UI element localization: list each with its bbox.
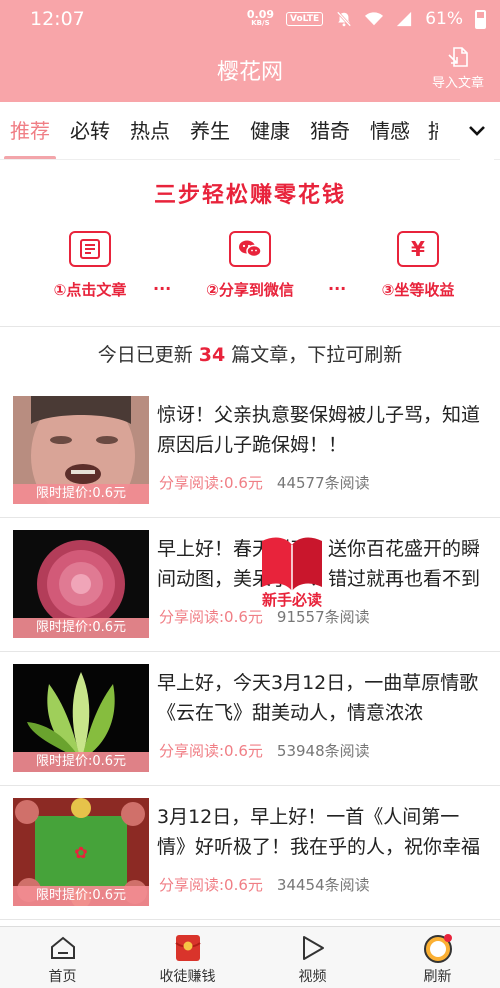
- play-icon: [302, 936, 324, 960]
- tab-hot[interactable]: 热点: [120, 102, 180, 159]
- status-time: 12:07: [30, 8, 85, 30]
- promo-banner[interactable]: 三步轻松赚零花钱 ①点击文章 ··· ②分享到微信 ··· ¥ ③坐等收益: [0, 161, 500, 327]
- tab-wellness[interactable]: 养生: [180, 102, 240, 159]
- price-tag: 限时提价:0.6元: [13, 618, 149, 638]
- article-title: 3月12日，早上好！一首《人间第一情》好听极了！我在乎的人，祝你幸福: [157, 806, 481, 858]
- article-thumbnail: 限时提价:0.6元: [13, 396, 149, 504]
- status-bar: 12:07 0.09 KB/S VoLTE 61%: [0, 0, 500, 38]
- signal-icon: [397, 11, 412, 27]
- step-3-label: ③坐等收益: [381, 281, 455, 299]
- article-item[interactable]: 限时提价:0.6元 惊讶！父亲执意娶保姆被儿子骂，知道原因后儿子跪保姆！！ 分享…: [0, 384, 500, 518]
- newbie-guide-button[interactable]: 新手必读: [256, 531, 328, 611]
- article-meta: 分享阅读:0.6元 53948条阅读: [159, 740, 370, 761]
- tab-curiosity[interactable]: 猎奇: [300, 102, 360, 159]
- home-icon: [50, 936, 75, 959]
- wifi-icon: [365, 12, 384, 26]
- step-dots-1: ···: [153, 279, 172, 298]
- price-tag: 限时提价:0.6元: [13, 484, 149, 504]
- article-meta: 分享阅读:0.6元 34454条阅读: [159, 874, 370, 895]
- read-count: 53948条阅读: [276, 742, 370, 760]
- tab-health[interactable]: 健康: [240, 102, 300, 159]
- article-meta: 分享阅读:0.6元 44577条阅读: [159, 472, 370, 493]
- nav-home[interactable]: 首页: [0, 927, 125, 988]
- share-reward: 分享阅读:0.6元: [159, 608, 263, 626]
- more-tabs-button[interactable]: [460, 102, 494, 160]
- step-2-label: ②分享到微信: [206, 281, 294, 299]
- step-share-wechat: ②分享到微信: [180, 231, 320, 300]
- nav-recruit[interactable]: 收徒赚钱: [125, 927, 250, 988]
- bottom-navigation: 首页 收徒赚钱 视频 刷新: [0, 926, 500, 988]
- nav-home-label: 首页: [48, 969, 77, 985]
- article-title: 早上好，今天3月12日，一曲草原情歌《云在飞》甜美动人，情意浓浓: [157, 672, 479, 724]
- mute-bell-icon: [337, 11, 352, 27]
- update-notice: 今日已更新 34 篇文章，下拉可刷新: [97, 344, 403, 366]
- price-tag: 限时提价:0.6元: [13, 886, 149, 906]
- book-icon: [262, 537, 322, 591]
- article-item[interactable]: 限时提价:0.6元 早上好！春天到了，送你百花盛开的瞬间动图，美呆了！！错过就再…: [0, 518, 500, 652]
- chevron-down-icon: [469, 126, 485, 136]
- import-icon: [448, 47, 468, 67]
- app-header: 樱花网 导入文章: [0, 38, 500, 102]
- share-reward: 分享阅读:0.6元: [159, 876, 263, 894]
- nav-video-label: 视频: [298, 969, 327, 985]
- import-article-button[interactable]: 导入文章: [428, 44, 488, 91]
- volte-badge: VoLTE: [286, 12, 324, 26]
- yuan-icon: ¥: [397, 231, 439, 267]
- battery-icon: [475, 9, 486, 29]
- step-click-article: ①点击文章: [20, 231, 160, 300]
- battery-percent: 61%: [425, 9, 463, 29]
- nav-video[interactable]: 视频: [250, 927, 375, 988]
- svg-text:✿: ✿: [74, 843, 87, 862]
- article-thumbnail: 限时提价:0.6元: [13, 530, 149, 638]
- tab-must-share[interactable]: 必转: [60, 102, 120, 159]
- tab-emotion[interactable]: 情感: [360, 102, 420, 159]
- wechat-icon: [229, 231, 271, 267]
- article-thumbnail: ✿ 限时提价:0.6元: [13, 798, 149, 906]
- article-item[interactable]: 限时提价:0.6元 早上好，今天3月12日，一曲草原情歌《云在飞》甜美动人，情意…: [0, 652, 500, 786]
- update-count: 34: [198, 344, 226, 366]
- refresh-icon: [423, 934, 452, 963]
- share-reward: 分享阅读:0.6元: [159, 742, 263, 760]
- step-dots-2: ···: [328, 279, 347, 298]
- article-list: 限时提价:0.6元 惊讶！父亲执意娶保姆被儿子骂，知道原因后儿子跪保姆！！ 分享…: [0, 384, 500, 920]
- red-envelope-icon: [174, 935, 201, 961]
- nav-refresh[interactable]: 刷新: [375, 927, 500, 988]
- tab-funny[interactable]: 搞: [428, 102, 438, 159]
- share-reward: 分享阅读:0.6元: [159, 474, 263, 492]
- read-count: 44577条阅读: [276, 474, 370, 492]
- nav-recruit-label: 收徒赚钱: [159, 969, 216, 985]
- article-thumbnail: 限时提价:0.6元: [13, 664, 149, 772]
- article-icon: [69, 231, 111, 267]
- step-1-label: ①点击文章: [53, 281, 127, 299]
- newbie-guide-label: 新手必读: [261, 591, 322, 609]
- nav-refresh-label: 刷新: [423, 969, 452, 985]
- read-count: 34454条阅读: [276, 876, 370, 894]
- step-earn: ¥ ③坐等收益: [348, 231, 488, 300]
- promo-title: 三步轻松赚零花钱: [153, 183, 346, 208]
- tab-recommend[interactable]: 推荐: [0, 102, 60, 159]
- app-title: 樱花网: [216, 60, 283, 85]
- category-tabs: 推荐 必转 热点 养生 健康 猎奇 情感 搞: [0, 102, 500, 160]
- article-title: 惊讶！父亲执意娶保姆被儿子骂，知道原因后儿子跪保姆！！: [157, 404, 481, 456]
- import-label: 导入文章: [431, 76, 484, 91]
- network-speed: 0.09 KB/S: [246, 8, 274, 27]
- article-item[interactable]: ✿ 限时提价:0.6元 3月12日，早上好！一首《人间第一情》好听极了！我在乎的…: [0, 786, 500, 920]
- price-tag: 限时提价:0.6元: [13, 752, 149, 772]
